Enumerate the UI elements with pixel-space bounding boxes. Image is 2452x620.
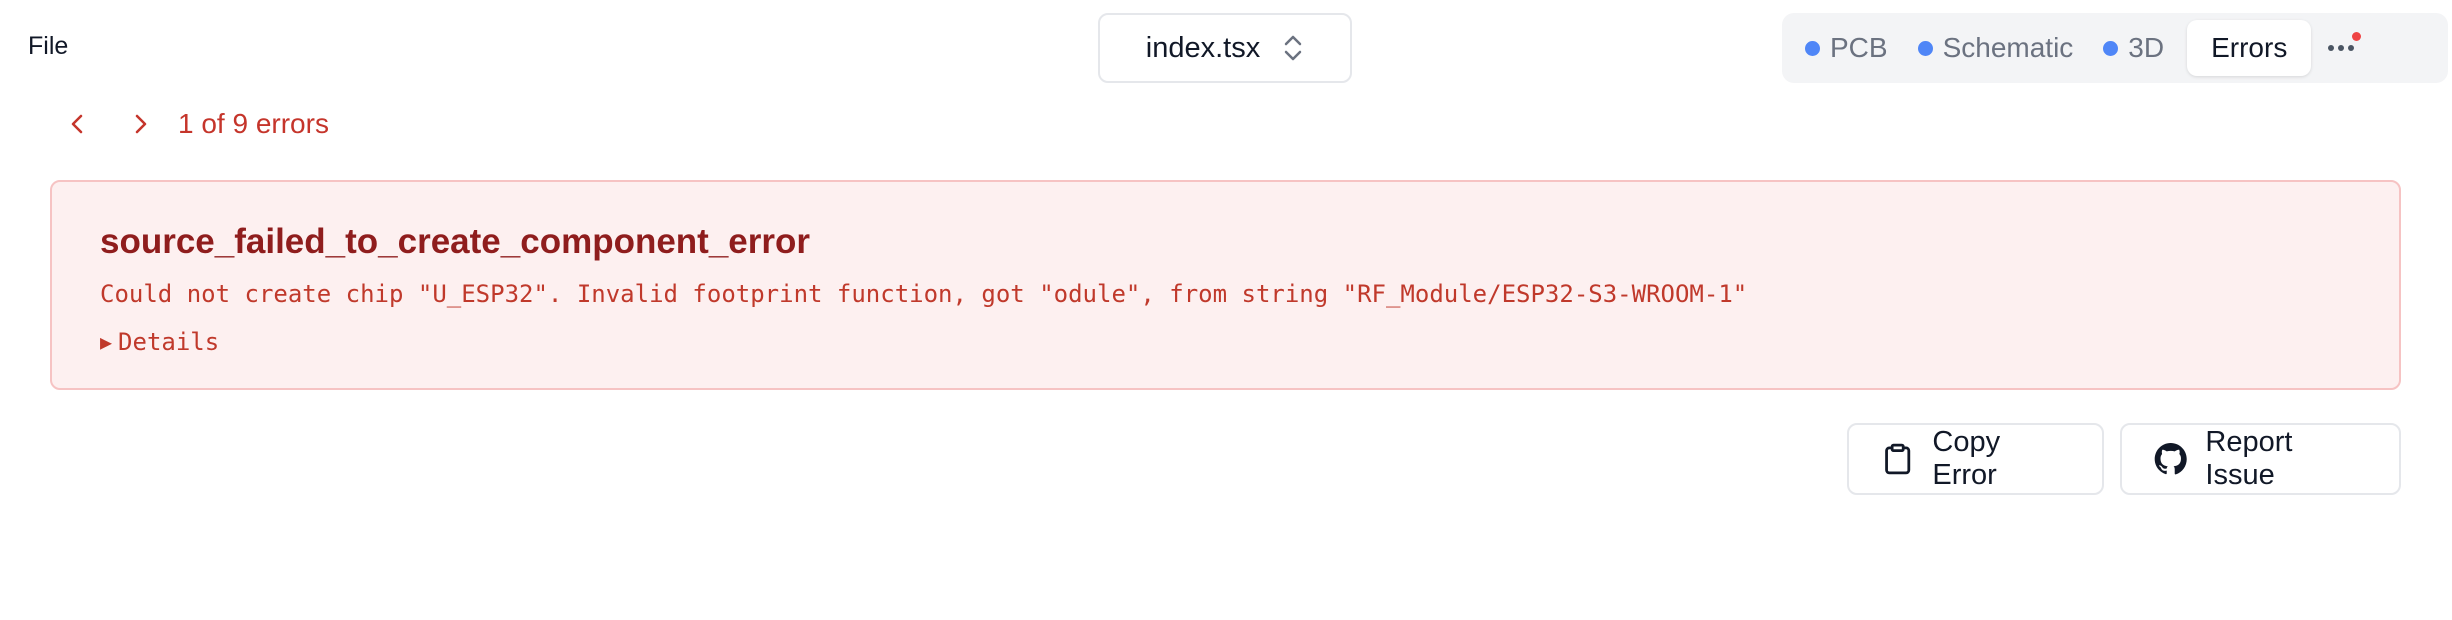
error-type: source_failed_to_create_component_error bbox=[100, 222, 810, 261]
report-issue-button[interactable]: Report Issue bbox=[2120, 423, 2401, 495]
tab-pcb-label: PCB bbox=[1830, 32, 1888, 63]
chevron-right-icon bbox=[135, 114, 147, 134]
3d-status-dot bbox=[2103, 40, 2119, 56]
github-icon bbox=[2154, 442, 2187, 475]
previous-error-button[interactable] bbox=[60, 107, 94, 141]
error-pager: 1 of 9 errors bbox=[60, 106, 329, 142]
copy-error-label: Copy Error bbox=[1932, 426, 2001, 491]
error-panel: source_failed_to_create_component_error … bbox=[50, 180, 2401, 390]
error-count: 1 of 9 errors bbox=[178, 108, 329, 139]
tab-schematic-label: Schematic bbox=[1942, 32, 2074, 63]
view-tabs: PCB Schematic 3D Errors bbox=[1782, 13, 2448, 83]
more-horizontal-icon bbox=[2328, 45, 2355, 51]
tab-3d-label: 3D bbox=[2128, 32, 2165, 63]
clipboard-icon bbox=[1885, 443, 1911, 475]
tab-errors[interactable]: Errors bbox=[2187, 20, 2312, 76]
file-selector[interactable]: index.tsx bbox=[1098, 13, 1352, 83]
details-label: Details bbox=[118, 328, 220, 356]
details-toggle[interactable]: ▶ Details bbox=[100, 328, 219, 356]
schematic-status-dot bbox=[1917, 40, 1933, 56]
next-error-button[interactable] bbox=[124, 107, 158, 141]
file-menu[interactable]: File bbox=[28, 32, 68, 61]
notification-dot bbox=[2352, 32, 2362, 41]
more-options-button[interactable] bbox=[2319, 20, 2363, 76]
tab-3d[interactable]: 3D bbox=[2088, 20, 2179, 76]
caret-right-icon: ▶ bbox=[100, 330, 113, 354]
pcb-status-dot bbox=[1805, 40, 1820, 56]
chevron-left-icon bbox=[71, 114, 83, 134]
tab-schematic[interactable]: Schematic bbox=[1903, 20, 2089, 76]
file-selector-value: index.tsx bbox=[1145, 31, 1261, 64]
chevrons-up-down-icon bbox=[1284, 35, 1302, 61]
error-message: Could not create chip "U_ESP32". Invalid… bbox=[100, 280, 1748, 308]
tab-pcb[interactable]: PCB bbox=[1790, 20, 1903, 76]
report-issue-label: Report Issue bbox=[2205, 426, 2293, 491]
copy-error-button[interactable]: Copy Error bbox=[1847, 423, 2104, 495]
tab-errors-label: Errors bbox=[2211, 32, 2288, 63]
